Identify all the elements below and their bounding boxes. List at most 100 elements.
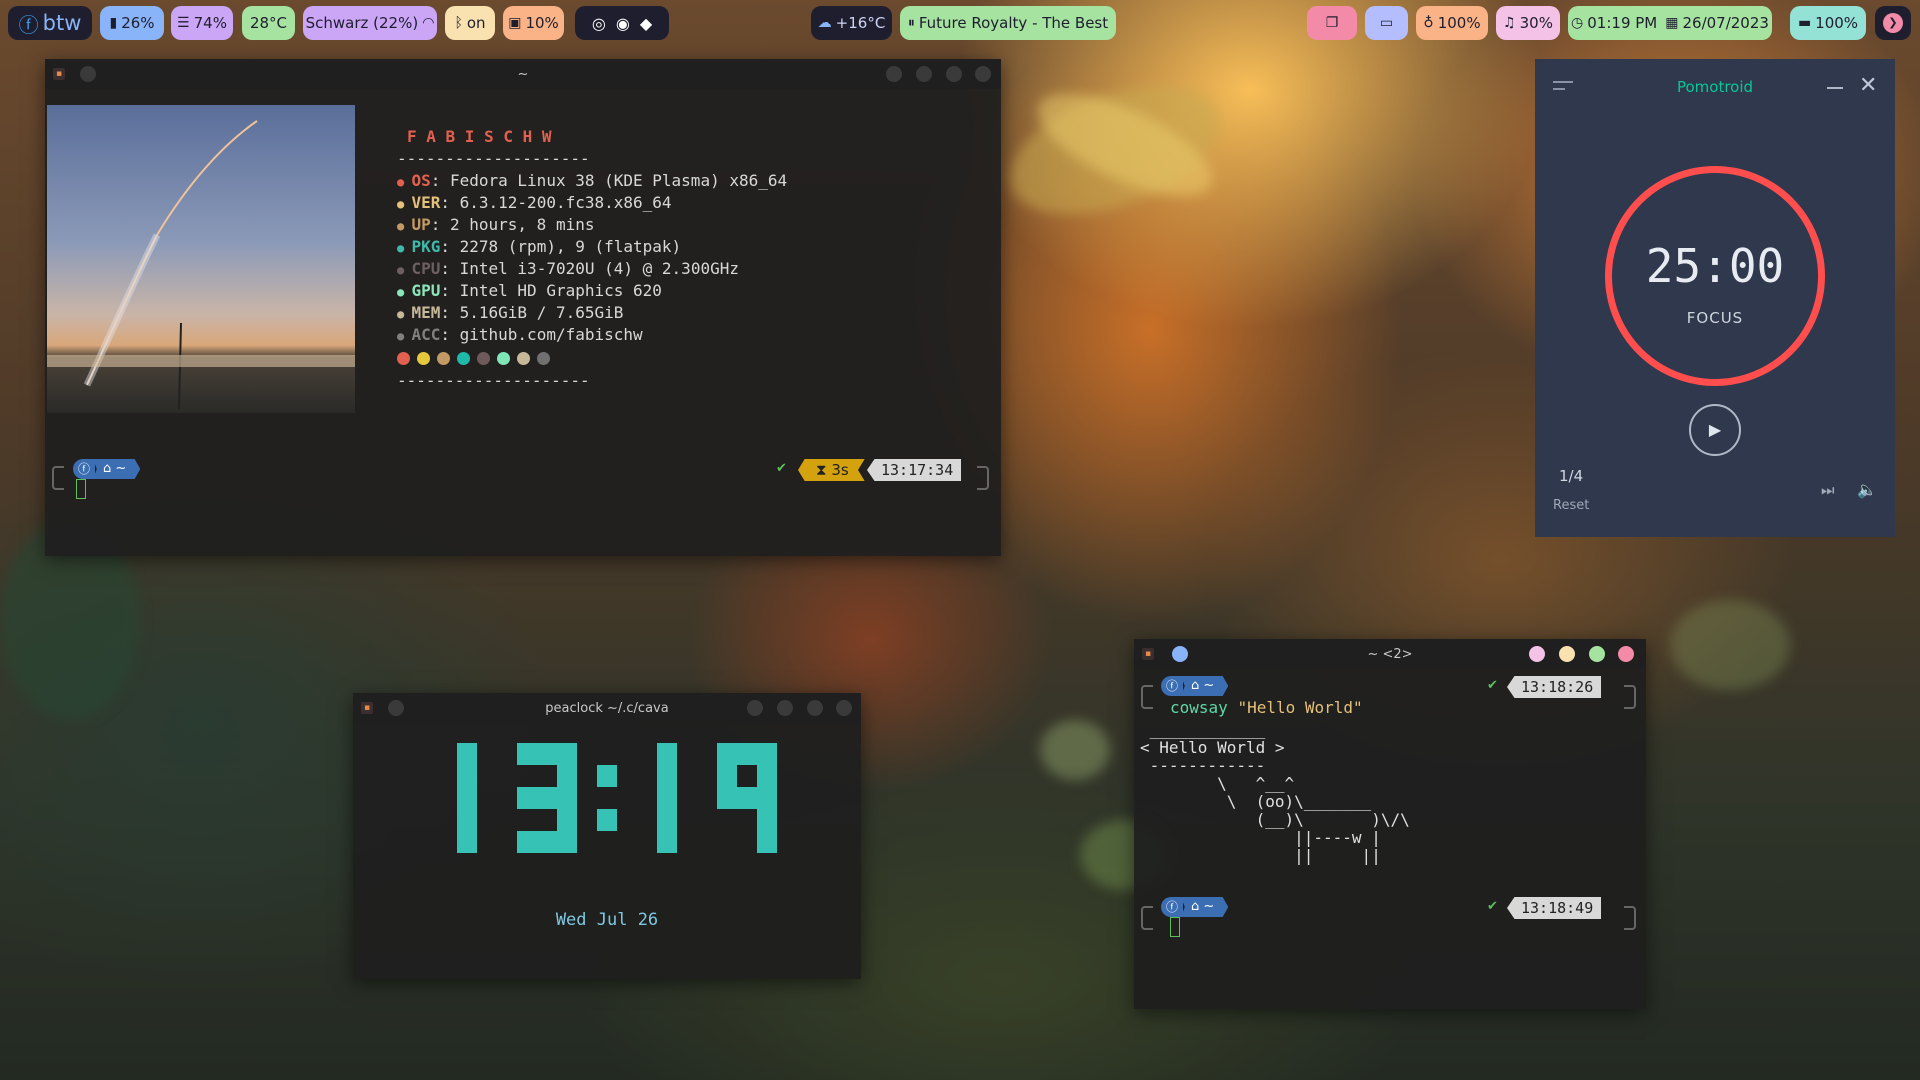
fetch-label: VER	[411, 193, 441, 212]
close-button[interactable]	[836, 700, 852, 716]
tray-app-icon[interactable]: ◎	[592, 14, 606, 33]
minimize-button[interactable]	[777, 700, 793, 716]
prompt-path-text: ~	[115, 461, 127, 476]
window-titlebar[interactable]: ▪ ~ <2>	[1134, 639, 1646, 669]
terminal-cursor	[76, 479, 86, 499]
disk-widget[interactable]: ▣ 10%	[503, 6, 564, 40]
home-icon: ⌂	[103, 461, 116, 476]
play-button[interactable]: ▶	[1689, 404, 1741, 456]
fedora-prompt-icon: ⓕ	[73, 459, 95, 479]
fetch-row-cpu: ● CPU: Intel i3-7020U (4) @ 2.300GHz	[397, 259, 739, 278]
success-check-icon: ✔	[1487, 899, 1498, 914]
shade-button[interactable]	[1529, 646, 1545, 662]
command-name: cowsay	[1170, 698, 1228, 717]
power-button[interactable]: ❯	[1875, 6, 1911, 40]
shade-button[interactable]	[886, 66, 902, 82]
play-icon: ▶	[1708, 420, 1722, 439]
screenshot-widget[interactable]: ▭	[1365, 6, 1408, 40]
window-title: ~	[517, 66, 529, 82]
fetch-separator-bottom: --------------------	[397, 371, 590, 390]
maximize-button[interactable]	[946, 66, 962, 82]
acc-icon: ●	[397, 329, 412, 343]
terminal-window-fetch[interactable]: ▪ ~ F A B I S C H W --------------------…	[45, 59, 1001, 556]
fetch-row-ver: ● VER: 6.3.12-200.fc38.x86_64	[397, 193, 672, 212]
home-icon: ⌂	[1191, 678, 1204, 693]
volume-widget[interactable]: ♫ 30%	[1496, 6, 1560, 40]
memory-widget[interactable]: ☰ 74%	[171, 6, 233, 40]
fetch-row-acc: ● ACC: github.com/fabischw	[397, 325, 643, 344]
maximize-button[interactable]	[1589, 646, 1605, 662]
lightbulb-icon: ♁	[1423, 15, 1434, 31]
bluetooth-widget[interactable]: ᛒ on	[445, 6, 495, 40]
fetch-label: GPU	[411, 281, 441, 300]
temperature-value: 28°C	[249, 14, 288, 32]
pin-button[interactable]	[1172, 646, 1188, 662]
terminal-window-cowsay[interactable]: ▪ ~ <2> ⓕ ⌂ ~ ✔ 13:18:26 cowsay "Hello W…	[1134, 639, 1646, 1009]
temperature-widget[interactable]: 28°C	[242, 6, 295, 40]
wifi-widget[interactable]: Schwarz (22%) ◠	[303, 6, 437, 40]
battery-level-widget[interactable]: ▮ 26%	[100, 6, 164, 40]
home-icon: ⌂	[1191, 899, 1204, 914]
headphones-icon: ♫	[1503, 15, 1516, 31]
os-icon: ●	[397, 175, 412, 189]
terminal-window-peaclock[interactable]: ▪ peaclock ~/.c/cava Wed Jul 26	[353, 693, 861, 979]
distro-launcher[interactable]: ⓕ btw	[8, 6, 92, 40]
maximize-button[interactable]	[807, 700, 823, 716]
bluetooth-icon: ᛒ	[454, 15, 463, 31]
clock-colon	[597, 765, 617, 831]
minimize-button[interactable]	[916, 66, 932, 82]
media-widget[interactable]: ⏸ Future Royalty - The Best	[900, 6, 1116, 40]
prompt-path-text: ~	[1203, 899, 1215, 914]
prompt-time: 13:18:26	[1507, 676, 1602, 698]
up-icon: ●	[397, 219, 412, 233]
shade-button[interactable]	[747, 700, 763, 716]
fedora-logo-icon: ⓕ	[18, 12, 39, 37]
palette-swatch	[417, 352, 430, 365]
clock-digit	[517, 743, 577, 853]
tray-app-icon[interactable]: ◉	[616, 14, 630, 33]
weather-widget[interactable]: ☁ +16°C	[811, 6, 892, 40]
calendar-icon: ▦	[1665, 15, 1679, 31]
close-button[interactable]	[1618, 646, 1634, 662]
window-switch-widget[interactable]: ❐	[1307, 6, 1357, 40]
minimize-icon[interactable]	[1827, 87, 1843, 89]
clock-widget[interactable]: ◷ 01:19 PM ▦ 26/07/2023	[1568, 6, 1772, 40]
close-button[interactable]	[975, 66, 991, 82]
fetch-username: F A B I S C H W	[407, 127, 552, 146]
hourglass-icon: ⧗	[816, 461, 832, 479]
window-titlebar[interactable]: ▪ peaclock ~/.c/cava	[353, 693, 861, 723]
fetch-label: UP	[411, 215, 431, 234]
brightness-widget[interactable]: ♁ 100%	[1416, 6, 1488, 40]
duration-value: 3s	[831, 461, 849, 479]
close-icon[interactable]: ✕	[1859, 73, 1877, 98]
clock-date: 26/07/2023	[1682, 14, 1769, 32]
minimize-button[interactable]	[1559, 646, 1575, 662]
fedora-prompt-icon: ⓕ	[1161, 676, 1183, 696]
window-titlebar[interactable]: ▪ ~	[45, 59, 1001, 89]
prompt-bracket	[1624, 906, 1636, 930]
palette-swatch	[397, 352, 410, 365]
pkg-icon: ●	[397, 241, 412, 255]
battery-value: 100%	[1815, 14, 1859, 32]
bluetooth-value: on	[466, 14, 486, 32]
prompt-bracket	[1624, 685, 1636, 709]
discord-icon[interactable]: ◆	[640, 14, 652, 33]
skip-icon[interactable]: ⏭	[1821, 481, 1835, 499]
prompt-bracket	[1141, 906, 1153, 930]
prompt-time: 13:17:34	[867, 459, 962, 481]
clock-digit	[717, 743, 777, 853]
chevron-right-icon: ❯	[1883, 13, 1903, 33]
clock-digit	[457, 743, 477, 853]
fetch-value: Intel i3-7020U (4) @ 2.300GHz	[459, 259, 739, 278]
reset-button[interactable]: Reset	[1553, 498, 1589, 513]
ver-icon: ●	[397, 197, 412, 211]
fetch-row-mem: ● MEM: 5.16GiB / 7.65GiB	[397, 303, 624, 322]
pomotroid-window[interactable]: Pomotroid ✕ 25:00 FOCUS ▶ 1/4 Reset ⏭ 🔈	[1535, 59, 1895, 537]
memory-value: 74%	[193, 14, 227, 32]
cloud-icon: ☁	[817, 15, 832, 31]
volume-icon[interactable]: 🔈	[1857, 480, 1877, 499]
wifi-icon: ◠	[422, 15, 435, 31]
pin-button[interactable]	[80, 66, 96, 82]
battery-widget[interactable]: ▬ 100%	[1790, 6, 1866, 40]
pin-button[interactable]	[388, 700, 404, 716]
